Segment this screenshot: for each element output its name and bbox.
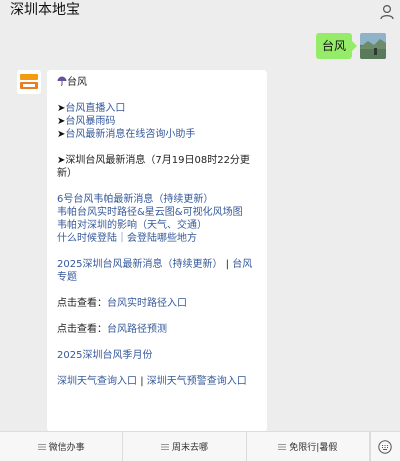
- incoming-message-bubble: 台风 ➤台风直播入口 ➤台风暴雨码 ➤台风最新消息在线咨询小助手 ➤深圳台风最新…: [47, 70, 267, 432]
- menu-weekend[interactable]: 周末去哪: [123, 431, 247, 461]
- menu-label: 周末去哪: [171, 443, 208, 453]
- keyboard-toggle[interactable]: [369, 431, 400, 461]
- link-typhoon-live[interactable]: 台风直播入口: [65, 103, 125, 114]
- outgoing-message-row: 台风: [315, 33, 386, 59]
- check-row-path: 点击查看：台风实时路径入口: [57, 297, 259, 310]
- message-title: 台风: [67, 77, 87, 88]
- special-row: 2025深圳台风最新消息（持续更新） | 台风专题: [57, 258, 259, 284]
- user-icon[interactable]: [380, 4, 394, 20]
- keyboard-icon: [378, 439, 393, 454]
- news-heading: ➤深圳台风最新消息（7月19日08时22分更新）: [57, 154, 259, 180]
- link-weather-query[interactable]: 深圳天气查询入口: [57, 376, 137, 387]
- menu-item-live[interactable]: ➤台风直播入口: [57, 102, 259, 115]
- message-title-row: 台风: [57, 76, 259, 89]
- weather-row: 深圳天气查询入口 | 深圳天气预警查询入口: [57, 375, 259, 388]
- link-wipha-path[interactable]: 韦帕台风实时路径&星云图&可视化风场图: [57, 206, 259, 219]
- menu-traffic-summer[interactable]: 免限行|暑假: [247, 431, 370, 461]
- link-typhoon-assistant[interactable]: 台风最新消息在线咨询小助手: [65, 129, 195, 140]
- menu-label: 免限行|暑假: [289, 443, 338, 453]
- user-avatar[interactable]: [360, 33, 386, 59]
- link-wipha-landfall[interactable]: 什么时候登陆｜会登陆哪些地方: [57, 232, 259, 245]
- link-wipha-news[interactable]: 6号台风韦帕最新消息（持续更新）: [57, 193, 259, 206]
- menu-lines-icon: [37, 443, 46, 450]
- outgoing-message-bubble[interactable]: 台风: [315, 33, 358, 59]
- account-avatar[interactable]: [17, 70, 41, 94]
- account-title: 深圳本地宝: [10, 2, 80, 18]
- bottom-menu-bar: 微信办事 周末去哪 免限行|暑假: [0, 431, 400, 461]
- menu-wechat-services[interactable]: 微信办事: [0, 431, 124, 461]
- link-weather-warning[interactable]: 深圳天气预警查询入口: [147, 376, 247, 387]
- umbrella-icon: [57, 76, 67, 86]
- link-typhoon-code[interactable]: 台风暴雨码: [65, 116, 115, 127]
- link-typhoon-season[interactable]: 2025深圳台风季月份: [57, 349, 259, 362]
- check-label: 点击查看：: [57, 298, 107, 309]
- link-2025-news[interactable]: 2025深圳台风最新消息（持续更新）: [57, 259, 222, 270]
- menu-label: 微信办事: [48, 443, 85, 453]
- link-path-forecast[interactable]: 台风路径预测: [107, 324, 167, 335]
- top-bar: 深圳本地宝: [0, 0, 400, 24]
- news-heading-text: 深圳台风最新消息（7月19日08时22分更新）: [57, 155, 250, 179]
- link-realtime-path[interactable]: 台风实时路径入口: [107, 298, 187, 309]
- separator: |: [225, 259, 230, 270]
- check-row-forecast: 点击查看：台风路径预测: [57, 323, 259, 336]
- menu-lines-icon: [160, 443, 169, 450]
- link-wipha-impact[interactable]: 韦帕对深圳的影响（天气、交通）: [57, 219, 259, 232]
- menu-item-assistant[interactable]: ➤台风最新消息在线咨询小助手: [57, 128, 259, 141]
- menu-lines-icon: [278, 443, 287, 450]
- menu-item-code[interactable]: ➤台风暴雨码: [57, 115, 259, 128]
- check-label: 点击查看：: [57, 324, 107, 335]
- separator: |: [140, 376, 144, 387]
